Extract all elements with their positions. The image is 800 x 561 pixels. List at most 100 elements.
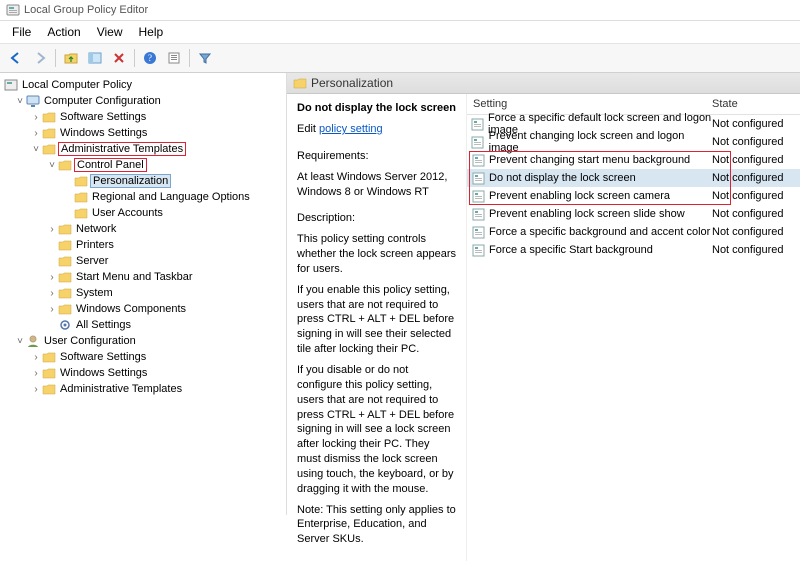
properties-button[interactable] — [163, 47, 185, 69]
delete-button[interactable] — [108, 47, 130, 69]
tree-node-regional-language[interactable]: Regional and Language Options — [0, 189, 286, 205]
description-para4: Note: This setting only applies to Enter… — [297, 503, 456, 548]
computer-icon — [26, 94, 40, 108]
cell-state: Not configured — [712, 244, 800, 256]
folder-icon — [58, 158, 72, 172]
expand-toggle-icon[interactable]: › — [46, 224, 58, 235]
tree-node-server[interactable]: Server — [0, 253, 286, 269]
edit-policy-link[interactable]: policy setting — [319, 123, 383, 135]
collapse-toggle-icon[interactable]: ˅ — [30, 144, 42, 155]
list-row[interactable]: Force a specific Start background Not con… — [467, 241, 800, 259]
tree-node-user-accounts[interactable]: User Accounts — [0, 205, 286, 221]
up-button[interactable] — [60, 47, 82, 69]
expand-toggle-icon[interactable]: › — [30, 384, 42, 395]
requirements-label: Requirements: — [297, 149, 456, 164]
cell-setting: Prevent enabling lock screen slide show — [467, 207, 712, 221]
tree-label: Administrative Templates — [58, 142, 186, 156]
policy-item-icon — [471, 207, 485, 221]
tree-node-windows-settings[interactable]: › Windows Settings — [0, 125, 286, 141]
toolbar: ? — [0, 43, 800, 73]
nav-tree[interactable]: Local Computer Policy ˅ Computer Configu… — [0, 73, 287, 515]
tree-label: Local Computer Policy — [20, 79, 134, 91]
list-row[interactable]: Do not display the lock screenNot config… — [467, 169, 800, 187]
tree-label: Software Settings — [58, 351, 148, 363]
folder-icon — [42, 126, 56, 140]
tree-node-software-settings[interactable]: › Software Settings — [0, 109, 286, 125]
tree-label: Start Menu and Taskbar — [74, 271, 195, 283]
tree-node-user-configuration[interactable]: ˅ User Configuration — [0, 333, 286, 349]
menu-file[interactable]: File — [4, 23, 39, 41]
details-header: Personalization — [287, 73, 800, 94]
tree-node-personalization[interactable]: Personalization — [0, 173, 286, 189]
folder-icon — [58, 222, 72, 236]
forward-button[interactable] — [29, 47, 51, 69]
toolbar-separator — [189, 49, 190, 67]
filter-button[interactable] — [194, 47, 216, 69]
cell-state: Not configured — [712, 226, 800, 238]
tree-node-network[interactable]: › Network — [0, 221, 286, 237]
tree-node-root[interactable]: Local Computer Policy — [0, 77, 286, 93]
titlebar: Local Group Policy Editor — [0, 0, 800, 21]
show-hide-tree-button[interactable] — [84, 47, 106, 69]
back-button[interactable] — [5, 47, 27, 69]
expand-toggle-icon[interactable]: › — [46, 272, 58, 283]
expand-toggle-icon[interactable]: › — [46, 304, 58, 315]
tree-label: All Settings — [74, 319, 133, 331]
tree-label: Regional and Language Options — [90, 191, 252, 203]
tree-label: Windows Components — [74, 303, 188, 315]
tree-node-all-settings[interactable]: All Settings — [0, 317, 286, 333]
expand-toggle-icon[interactable]: › — [30, 352, 42, 363]
setting-name: Force a specific Start background — [489, 244, 653, 256]
collapse-toggle-icon[interactable]: ˅ — [14, 336, 26, 347]
tree-label: User Configuration — [42, 335, 138, 347]
cell-setting: Prevent changing start menu background — [467, 153, 712, 167]
list-row[interactable]: Prevent changing start menu backgroundNo… — [467, 151, 800, 169]
breadcrumb: Personalization — [311, 76, 393, 90]
tree-node-control-panel[interactable]: ˅ Control Panel — [0, 157, 286, 173]
tree-node-administrative-templates[interactable]: ˅ Administrative Templates — [0, 141, 286, 157]
policy-item-icon — [471, 117, 484, 131]
tree-node-printers[interactable]: Printers — [0, 237, 286, 253]
details-body: Do not display the lock screen Edit poli… — [287, 94, 800, 561]
menu-action[interactable]: Action — [39, 23, 88, 41]
tree-label: Windows Settings — [58, 127, 149, 139]
tree-node-user-windows-settings[interactable]: › Windows Settings — [0, 365, 286, 381]
description-label: Description: — [297, 211, 456, 226]
policy-item-icon — [471, 225, 485, 239]
app-icon — [6, 3, 20, 17]
expand-toggle-icon[interactable]: › — [30, 368, 42, 379]
col-header-state[interactable]: State — [712, 98, 800, 110]
list-row[interactable]: Prevent enabling lock screen slide showN… — [467, 205, 800, 223]
cell-state: Not configured — [712, 136, 800, 148]
policy-item-icon — [471, 171, 485, 185]
collapse-toggle-icon[interactable]: ˅ — [14, 96, 26, 107]
cell-state: Not configured — [712, 190, 800, 202]
expand-toggle-icon[interactable]: › — [30, 112, 42, 123]
tree-node-start-menu-taskbar[interactable]: › Start Menu and Taskbar — [0, 269, 286, 285]
expand-toggle-icon[interactable]: › — [30, 128, 42, 139]
edit-prefix: Edit — [297, 123, 316, 135]
list-row[interactable]: Prevent changing lock screen and logon i… — [467, 133, 800, 151]
expand-toggle-icon[interactable]: › — [46, 288, 58, 299]
toolbar-separator — [134, 49, 135, 67]
tree-node-user-software-settings[interactable]: › Software Settings — [0, 349, 286, 365]
cell-setting: Force a specific Start background — [467, 243, 712, 257]
tree-node-user-administrative-templates[interactable]: › Administrative Templates — [0, 381, 286, 397]
help-button[interactable]: ? — [139, 47, 161, 69]
cell-setting: Prevent enabling lock screen camera — [467, 189, 712, 203]
tree-label: Windows Settings — [58, 367, 149, 379]
tree-label: Server — [74, 255, 110, 267]
svg-text:?: ? — [148, 53, 152, 63]
tree-node-system[interactable]: › System — [0, 285, 286, 301]
list-row[interactable]: Prevent enabling lock screen cameraNot c… — [467, 187, 800, 205]
cell-state: Not configured — [712, 208, 800, 220]
menu-help[interactable]: Help — [131, 23, 172, 41]
col-header-setting[interactable]: Setting — [467, 98, 712, 110]
cell-setting: Prevent changing lock screen and logon i… — [467, 130, 712, 154]
policy-icon — [4, 78, 18, 92]
menu-view[interactable]: View — [89, 23, 131, 41]
collapse-toggle-icon[interactable]: ˅ — [46, 160, 58, 171]
list-row[interactable]: Force a specific background and accent c… — [467, 223, 800, 241]
tree-node-computer-configuration[interactable]: ˅ Computer Configuration — [0, 93, 286, 109]
tree-node-windows-components[interactable]: › Windows Components — [0, 301, 286, 317]
